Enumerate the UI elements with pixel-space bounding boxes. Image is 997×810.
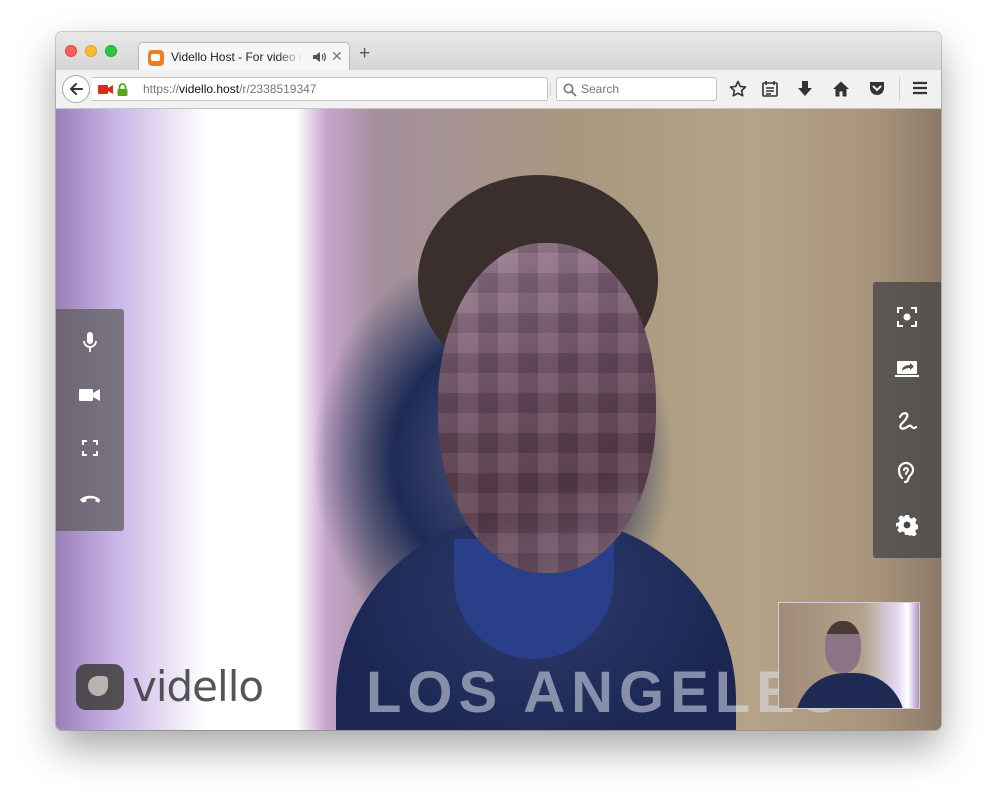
url-path: /r/2338519347 — [239, 82, 317, 96]
tab-title: Vidello Host - For video m — [171, 50, 303, 64]
navigation-bar: https://vidello.host/r/2338519347 — [56, 70, 941, 109]
window-maximize-button[interactable] — [105, 45, 117, 57]
fullscreen-button[interactable] — [79, 437, 101, 459]
screen-share-icon — [895, 361, 919, 377]
hearing-icon — [897, 461, 915, 484]
hang-up-icon — [79, 495, 101, 503]
search-input[interactable] — [581, 81, 711, 97]
new-tab-button[interactable]: + — [359, 44, 370, 63]
download-icon[interactable] — [797, 80, 813, 98]
screen-share-button[interactable] — [895, 357, 919, 381]
hang-up-button[interactable] — [79, 488, 101, 510]
url-text: https://vidello.host/r/2338519347 — [143, 82, 316, 96]
remote-video: LOS ANGELES vidello — [56, 109, 941, 730]
toolbar-divider — [899, 77, 900, 101]
call-controls-left — [56, 309, 124, 531]
search-bar[interactable] — [556, 77, 717, 101]
back-button[interactable] — [62, 75, 90, 103]
fullscreen-icon — [82, 440, 98, 456]
microphone-icon — [83, 332, 97, 352]
search-icon — [563, 83, 577, 97]
snapshot-button[interactable] — [895, 305, 919, 329]
vidello-logo-icon — [76, 663, 124, 710]
shirt-lettering: LOS ANGELES — [366, 660, 846, 725]
vidello-logo: vidello — [76, 662, 264, 711]
home-icon[interactable] — [832, 80, 850, 98]
vidello-favicon-icon — [148, 50, 164, 66]
url-bar[interactable]: https://vidello.host/r/2338519347 — [92, 77, 571, 101]
self-view-video[interactable] — [778, 602, 920, 709]
star-icon[interactable] — [729, 80, 747, 98]
url-scheme: https:// — [143, 82, 180, 96]
tab-strip: Vidello Host - For video m ✕ + — [56, 32, 941, 71]
camera-permission-icon[interactable] — [98, 84, 113, 95]
self-view-pixelated-face — [825, 621, 861, 673]
microphone-button[interactable] — [79, 331, 101, 353]
menu-icon[interactable] — [912, 80, 928, 96]
close-icon[interactable]: ✕ — [331, 48, 343, 64]
hearing-button[interactable] — [895, 461, 919, 485]
settings-icon — [896, 515, 918, 536]
camera-icon — [79, 389, 100, 401]
window-close-button[interactable] — [65, 45, 77, 57]
window-minimize-button[interactable] — [85, 45, 97, 57]
reading-list-icon[interactable] — [762, 80, 778, 98]
back-arrow-icon — [70, 83, 83, 95]
camera-button[interactable] — [79, 384, 101, 406]
lock-icon[interactable] — [117, 83, 128, 96]
url-domain: vidello.host — [179, 82, 240, 96]
self-view-body — [795, 673, 905, 708]
settings-button[interactable] — [895, 513, 919, 537]
logo-text: vidello — [132, 662, 264, 711]
draw-icon — [898, 412, 918, 430]
pixelated-face — [438, 243, 656, 573]
draw-button[interactable] — [895, 409, 919, 433]
snapshot-icon — [897, 307, 917, 327]
url-separator — [550, 82, 551, 96]
call-controls-right — [873, 282, 941, 558]
browser-window: Vidello Host - For video m ✕ + https://v… — [56, 32, 941, 730]
pocket-icon[interactable] — [868, 80, 886, 98]
tab-vidello[interactable]: Vidello Host - For video m ✕ — [138, 42, 350, 71]
speaker-icon[interactable] — [311, 49, 327, 65]
